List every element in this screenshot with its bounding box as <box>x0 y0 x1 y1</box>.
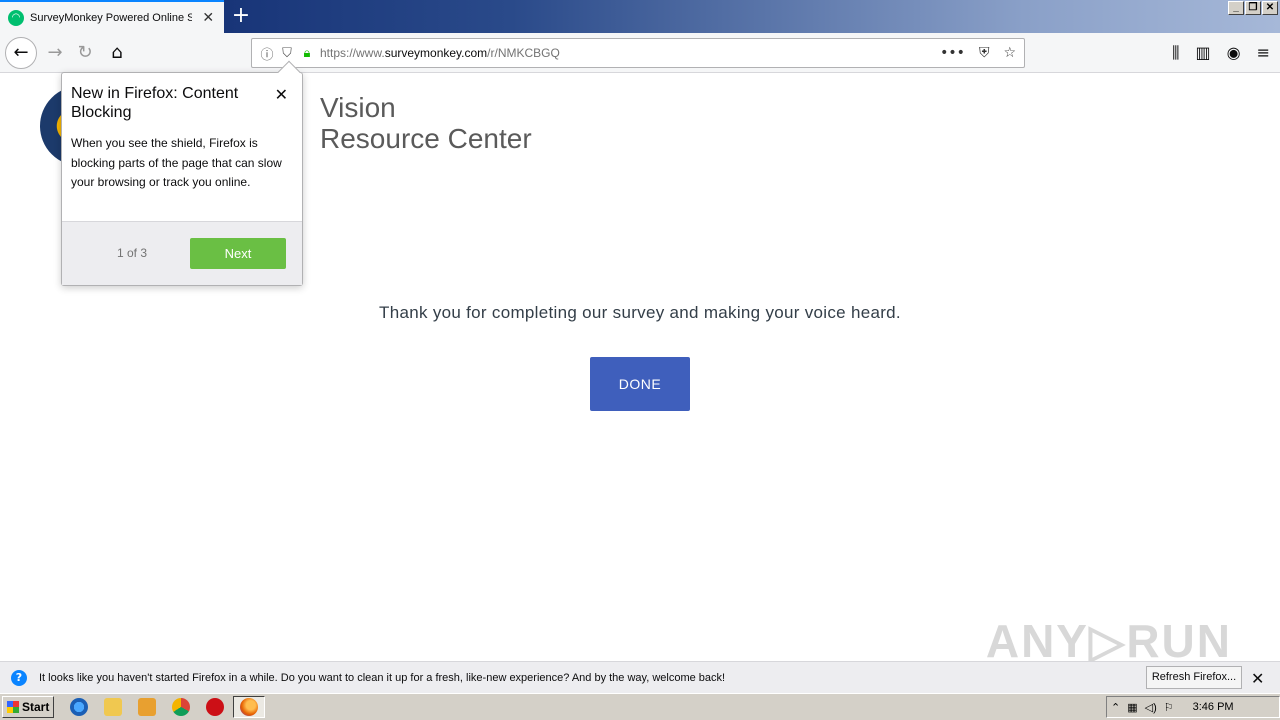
network-icon[interactable]: ▦ <box>1127 701 1137 714</box>
restore-button[interactable]: ❐ <box>1245 1 1261 15</box>
url-bar[interactable]: ⓘ ⛉ 🔒︎ https://www.surveymonkey.com/r/NM… <box>251 38 1025 68</box>
sidebar-icon[interactable]: ▥ <box>1196 43 1211 63</box>
shield-icon[interactable]: ⛉ <box>280 46 294 61</box>
url-scheme: https://www. <box>320 46 385 60</box>
popup-body: When you see the shield, Firefox is bloc… <box>71 136 282 189</box>
info-icon[interactable]: ⓘ <box>260 44 274 63</box>
firefox-taskbar-button[interactable] <box>233 696 265 718</box>
refresh-notification-bar: ? It looks like you haven't started Fire… <box>0 661 1280 693</box>
notification-text: It looks like you haven't started Firefo… <box>39 671 726 684</box>
home-button[interactable]: ⌂ <box>102 38 132 68</box>
pocket-icon[interactable]: ⛨ <box>979 45 990 61</box>
close-window-button[interactable]: ✕ <box>1262 1 1278 15</box>
account-icon[interactable]: ◉ <box>1227 43 1241 63</box>
popup-next-button[interactable]: Next <box>190 238 286 269</box>
system-tray: ⌃ ▦ ◁) ⚐ 3:46 PM <box>1106 696 1280 718</box>
library-icon[interactable]: ⫼ <box>1172 43 1179 63</box>
minimize-button[interactable]: _ <box>1228 1 1244 15</box>
clock: 3:46 PM <box>1192 701 1234 713</box>
surveymonkey-favicon-icon: ◠ <box>8 9 24 26</box>
org-name-line2: Resource Center <box>320 123 532 154</box>
anyrun-watermark: ANY▷RUN <box>985 615 1232 667</box>
popup-step-counter: 1 of 3 <box>117 246 148 260</box>
reload-button[interactable]: ↻ <box>70 38 100 68</box>
url-host: surveymonkey.com <box>384 46 488 60</box>
org-name-line1: Vision <box>320 92 396 123</box>
done-button[interactable]: DONE <box>590 357 690 411</box>
lock-icon[interactable]: 🔒︎ <box>300 46 314 61</box>
action-center-flag-icon[interactable]: ⚐ <box>1164 701 1174 714</box>
url-text[interactable]: https://www.surveymonkey.com/r/NMKCBGQ <box>320 46 940 60</box>
forward-button[interactable]: → <box>40 38 70 68</box>
chrome-icon[interactable] <box>172 698 190 716</box>
popup-title: New in Firefox: Content Blocking <box>71 85 239 121</box>
internet-explorer-icon[interactable] <box>70 698 88 716</box>
tab-surveymonkey[interactable]: ◠ SurveyMonkey Powered Online Su ✕ <box>0 0 224 33</box>
navigation-toolbar: ← → ↻ ⌂ ⓘ ⛉ 🔒︎ https://www.surveymonkey.… <box>0 33 1280 73</box>
window-controls: _ ❐ ✕ <box>1228 1 1278 15</box>
popup-close-icon[interactable]: ✕ <box>275 85 288 104</box>
folder-icon[interactable] <box>104 698 122 716</box>
tab-close-icon[interactable]: ✕ <box>200 10 216 26</box>
org-name: Vision Resource Center <box>320 92 532 154</box>
content-blocking-popup: New in Firefox: Content Blocking ✕ When … <box>61 60 303 286</box>
url-path: /r/NMKCBGQ <box>487 46 560 60</box>
thank-you-message: Thank you for completing our survey and … <box>379 303 901 322</box>
back-button[interactable]: ← <box>5 37 37 69</box>
windows-taskbar: Start ⌃ ▦ ◁) ⚐ 3:46 PM <box>0 693 1280 720</box>
popup-footer: 1 of 3 Next <box>62 221 302 285</box>
windows-flag-icon <box>7 701 19 713</box>
tray-expand-icon[interactable]: ⌃ <box>1111 701 1120 714</box>
menu-icon[interactable]: ≡ <box>1257 43 1270 63</box>
page-actions-icon[interactable]: ••• <box>940 45 965 61</box>
bookmark-star-icon[interactable]: ☆ <box>1003 45 1016 61</box>
toolbar-icons: ⫼ ▥ ◉ ≡ <box>1172 43 1270 63</box>
volume-icon[interactable]: ◁) <box>1145 701 1157 714</box>
tab-title: SurveyMonkey Powered Online Su <box>30 11 193 24</box>
help-icon: ? <box>11 669 27 686</box>
new-tab-button[interactable]: + <box>228 4 254 30</box>
start-label: Start <box>22 700 50 714</box>
start-button[interactable]: Start <box>2 696 54 718</box>
opera-icon[interactable] <box>206 698 224 716</box>
firefox-icon <box>240 698 258 716</box>
notification-close-icon[interactable]: ✕ <box>1251 669 1264 688</box>
url-actions: ••• ⛨ ☆ <box>940 45 1024 61</box>
title-bar: ◠ SurveyMonkey Powered Online Su ✕ + _ ❐… <box>0 0 1280 33</box>
refresh-firefox-button[interactable]: Refresh Firefox... <box>1146 666 1242 689</box>
media-player-icon[interactable] <box>138 698 156 716</box>
